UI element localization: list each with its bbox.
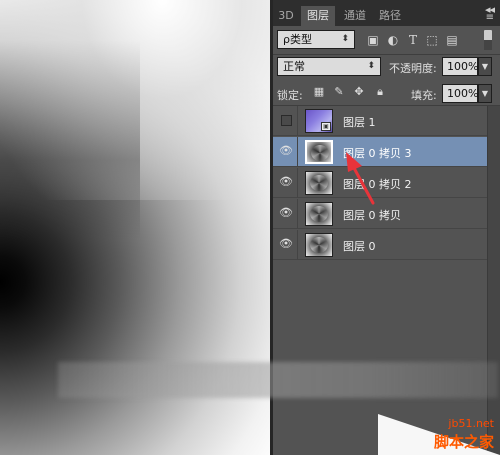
lock-transparency-icon[interactable]: ▦ <box>313 86 325 98</box>
layer-row-0[interactable]: 👁︎ 图层 0 <box>273 230 487 260</box>
layer-name[interactable]: 图层 0 拷贝 3 <box>343 145 412 161</box>
pixel-filter-icon[interactable]: ▣ <box>366 33 380 47</box>
layer-thumbnail <box>305 140 333 164</box>
swirl-thumb <box>310 175 328 191</box>
fill-label: 填充: <box>411 89 437 102</box>
eye-icon[interactable]: 👁︎ <box>279 144 293 158</box>
shape-filter-icon[interactable]: ⬚ <box>425 33 439 47</box>
photoshop-window: 3D 图层 通道 路径 ◂◂ ≡ ρ类型 ⬍ ▣ ◐ T ⬚ ▤ 正常 ⬍ 不透… <box>0 0 500 455</box>
adjustment-filter-icon[interactable]: ◐ <box>386 33 400 47</box>
separator <box>273 54 500 55</box>
fill-slider-button[interactable]: ▼ <box>478 84 492 103</box>
opacity-input[interactable]: 100% <box>442 57 478 76</box>
layer-filter-select[interactable]: ρ类型 ⬍ <box>277 30 355 49</box>
layer-thumbnail: ▣ <box>305 109 333 133</box>
lock-image-pixels-icon[interactable]: ✎ <box>333 86 345 98</box>
layer-row-0-copy[interactable]: 👁︎ 图层 0 拷贝 <box>273 199 487 229</box>
smart-object-filter-icon[interactable]: ▤ <box>445 33 459 47</box>
layers-list: ▣ 图层 1 👁︎ 图层 0 拷贝 3 👁︎ 图层 0 拷贝 2 👁︎ 图层 0… <box>273 106 500 455</box>
layer-thumbnail <box>305 171 333 195</box>
chevron-updown-icon: ⬍ <box>367 61 375 71</box>
type-filter-icon[interactable]: T <box>406 33 420 47</box>
tab-layers[interactable]: 图层 <box>301 6 335 26</box>
tab-paths[interactable]: 路径 <box>375 6 405 26</box>
layer-name[interactable]: 图层 0 拷贝 <box>343 207 401 223</box>
watermark-site: jb51.net <box>448 417 494 430</box>
opacity-slider-button[interactable]: ▼ <box>478 57 492 76</box>
layer-thumbnail <box>305 233 333 257</box>
visibility-toggle-off[interactable] <box>281 115 292 126</box>
swirl-thumb <box>310 237 328 253</box>
smart-object-badge-icon: ▣ <box>321 122 331 131</box>
row-divider <box>297 230 298 260</box>
layers-scrollbar[interactable] <box>487 106 500 455</box>
layer-row-0-copy-2[interactable]: 👁︎ 图层 0 拷贝 2 <box>273 168 487 198</box>
chevron-updown-icon: ⬍ <box>341 34 349 44</box>
layer-thumbnail <box>305 202 333 226</box>
eye-icon[interactable]: 👁︎ <box>279 175 293 189</box>
row-divider <box>297 199 298 229</box>
filter-toggle[interactable] <box>484 30 492 50</box>
layer-row-1[interactable]: ▣ 图层 1 <box>273 106 487 136</box>
row-divider <box>297 137 298 167</box>
panel-tab-bar: 3D 图层 通道 路径 ◂◂ ≡ <box>273 0 500 26</box>
blurred-overlay-bar <box>58 362 498 398</box>
layer-name[interactable]: 图层 1 <box>343 114 376 130</box>
lock-label: 锁定: <box>277 89 303 102</box>
swirl-thumb <box>311 145 329 161</box>
tab-channels[interactable]: 通道 <box>339 6 371 26</box>
tab-3d[interactable]: 3D <box>275 6 297 26</box>
lock-all-icon[interactable]: 🔒︎ <box>374 86 386 98</box>
layer-name[interactable]: 图层 0 拷贝 2 <box>343 176 412 192</box>
opacity-label: 不透明度: <box>389 62 437 75</box>
fill-input[interactable]: 100% <box>442 84 478 103</box>
watermark-brand: 脚本之家 <box>433 433 494 451</box>
lock-position-icon[interactable]: ✥ <box>353 86 365 98</box>
layer-row-0-copy-3[interactable]: 👁︎ 图层 0 拷贝 3 <box>273 137 487 167</box>
layer-name[interactable]: 图层 0 <box>343 238 376 254</box>
blend-mode-select[interactable]: 正常 ⬍ <box>277 57 381 76</box>
panel-menu-icon[interactable]: ≡ <box>486 12 494 23</box>
layer-filter-label: ρ类型 <box>283 33 312 46</box>
canvas-sweep <box>0 0 270 250</box>
eye-icon[interactable]: 👁︎ <box>279 237 293 251</box>
row-divider <box>297 106 298 136</box>
row-divider <box>297 168 298 198</box>
eye-icon[interactable]: 👁︎ <box>279 206 293 220</box>
blend-mode-label: 正常 <box>283 60 305 73</box>
swirl-thumb <box>310 206 328 222</box>
